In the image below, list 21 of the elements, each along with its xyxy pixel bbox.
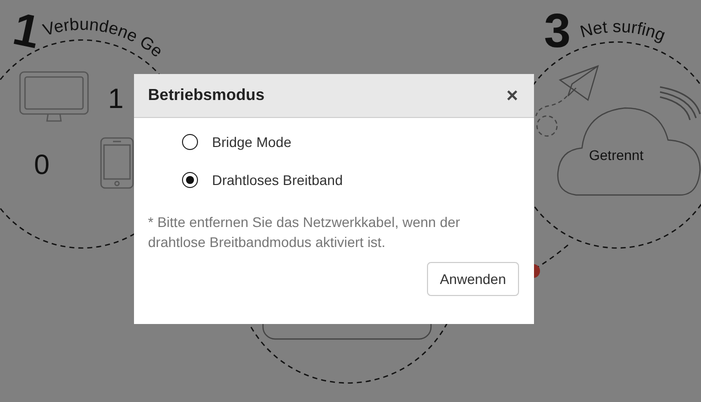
radio-label[interactable]: Bridge Mode bbox=[212, 134, 292, 150]
cloud-icon bbox=[557, 107, 701, 196]
dialog-title: Betriebsmodus bbox=[148, 86, 264, 104]
dashed-trail bbox=[535, 96, 568, 116]
device-count: 1 bbox=[108, 83, 124, 114]
close-button[interactable]: × bbox=[504, 86, 520, 106]
note-text: * Bitte entfernen Sie das Netzwerkkabel, wenn der drahtlose Breitbandmodus aktiviert ist. bbox=[148, 213, 462, 252]
wifi-icon bbox=[660, 86, 701, 120]
step-title: Verbundene Ge bbox=[40, 14, 166, 62]
dashed-connector bbox=[536, 244, 568, 269]
radio-button[interactable] bbox=[182, 134, 198, 150]
phone-icon bbox=[100, 137, 134, 189]
radio-button[interactable] bbox=[182, 172, 198, 188]
paper-plane-icon bbox=[559, 65, 599, 101]
step-title: Net surfing bbox=[578, 17, 668, 46]
device-count: 0 bbox=[34, 149, 50, 180]
radio-label[interactable]: Drahtloses Breitband bbox=[212, 172, 343, 188]
connection-status: Getrennt bbox=[589, 147, 644, 163]
apply-button[interactable]: Anwenden bbox=[426, 262, 519, 296]
step-number: 3 bbox=[544, 5, 571, 58]
monitor-icon bbox=[19, 71, 89, 122]
